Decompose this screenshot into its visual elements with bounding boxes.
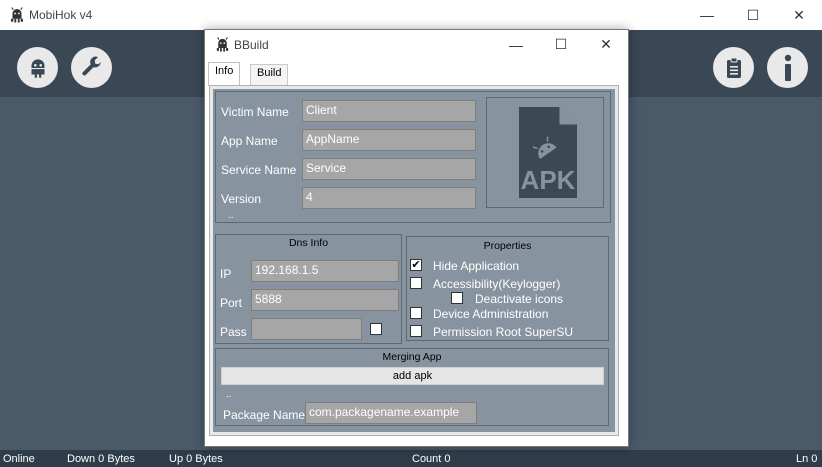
dns-info-group: Dns Info IP 192.168.1.5 Port 5888 Pass [215, 234, 402, 344]
victim-name-label: Victim Name [221, 105, 289, 119]
status-online: Online [3, 453, 35, 465]
maximize-icon: ☐ [746, 6, 760, 23]
statusbar: Online Down 0 Bytes Up 0 Bytes Count 0 L… [0, 450, 822, 467]
version-field[interactable]: 4 [302, 187, 476, 209]
app-name-field[interactable]: AppName [302, 129, 476, 151]
root-checkbox[interactable] [410, 325, 422, 337]
maximize-icon: ☐ [554, 36, 568, 52]
logs-button[interactable] [713, 47, 754, 88]
accessibility-checkbox[interactable] [410, 277, 422, 289]
tab-build[interactable]: Build [250, 64, 289, 85]
dialog-close-button[interactable]: ✕ [583, 30, 629, 59]
dns-info-title: Dns Info [288, 237, 329, 249]
deactivate-icons-checkbox[interactable] [451, 292, 463, 304]
close-icon: ✕ [600, 36, 612, 52]
android-icon [31, 58, 44, 78]
victim-name-field[interactable]: Client [302, 100, 476, 122]
status-ln: Ln 0 [796, 453, 818, 465]
android-logo-icon [11, 7, 23, 23]
status-count: Count 0 [412, 453, 451, 465]
package-name-field[interactable]: com.packagename.example [305, 402, 477, 424]
merging-dots: .. [226, 389, 232, 400]
deactivate-icons-label: Deactivate icons [475, 292, 564, 306]
accessibility-label: Accessibility(Keylogger) [433, 277, 561, 291]
app-name-label: App Name [221, 134, 278, 148]
android-button[interactable] [17, 47, 58, 88]
info-panel: Victim Name Client App Name AppName Serv… [213, 89, 615, 432]
add-apk-button[interactable]: add apk [221, 367, 604, 385]
app-info-group: Victim Name Client App Name AppName Serv… [215, 91, 611, 223]
dialog-title: BBuild [234, 38, 269, 52]
apk-icon-box[interactable]: APK [486, 97, 604, 208]
pass-field[interactable] [251, 318, 362, 340]
ip-label: IP [220, 267, 232, 281]
device-admin-checkbox[interactable] [410, 307, 422, 319]
settings-button[interactable] [71, 47, 112, 88]
close-button[interactable]: ✕ [776, 0, 822, 30]
pass-label: Pass [220, 325, 247, 339]
info-icon [784, 54, 791, 81]
properties-group: Properties ✔ Hide Application Accessibil… [406, 236, 609, 341]
main-titlebar: MobiHok v4 — ☐ ✕ [0, 0, 822, 30]
android-logo-icon [216, 37, 229, 52]
apk-icon-text: APK [521, 165, 576, 195]
port-label: Port [220, 296, 243, 310]
close-icon: ✕ [793, 6, 805, 23]
tab-info[interactable]: Info [208, 62, 241, 86]
tab-panel-info: Victim Name Client App Name AppName Serv… [209, 85, 619, 436]
maximize-button[interactable]: ☐ [730, 0, 776, 30]
root-label: Permission Root SuperSU [433, 325, 574, 339]
status-up: Up 0 Bytes [169, 453, 223, 465]
hide-application-checkbox[interactable]: ✔ [410, 259, 422, 271]
window-title: MobiHok v4 [29, 8, 93, 22]
version-label: Version [221, 192, 262, 206]
dialog-minimize-button[interactable]: — [493, 30, 539, 59]
check-icon: ✔ [411, 258, 421, 271]
merging-app-group: Merging App add apk .. Package Name com.… [215, 348, 609, 426]
info-dots: .. [228, 210, 234, 221]
dialog-titlebar: BBuild — ☐ ✕ [205, 30, 628, 59]
clipboard-icon [726, 57, 741, 78]
device-admin-label: Device Administration [433, 307, 549, 321]
dialog-maximize-button[interactable]: ☐ [538, 30, 584, 59]
status-down: Down 0 Bytes [67, 453, 135, 465]
hide-application-label: Hide Application [433, 259, 520, 273]
service-name-label: Service Name [221, 163, 297, 177]
pass-checkbox[interactable] [370, 323, 382, 335]
minimize-icon: — [509, 36, 523, 53]
build-dialog: BBuild — ☐ ✕ Info Build Victim Name Clie… [204, 29, 629, 447]
port-field[interactable]: 5888 [251, 289, 399, 311]
properties-title: Properties [483, 240, 532, 252]
about-button[interactable] [767, 47, 808, 88]
service-name-field[interactable]: Service [302, 158, 476, 180]
minimize-button[interactable]: — [684, 0, 730, 30]
merging-app-title: Merging App [382, 351, 442, 363]
package-name-label: Package Name [223, 408, 306, 422]
wrench-icon [81, 56, 101, 75]
ip-field[interactable]: 192.168.1.5 [251, 260, 399, 282]
minimize-icon: — [700, 7, 714, 23]
apk-file-icon: APK [519, 107, 577, 198]
